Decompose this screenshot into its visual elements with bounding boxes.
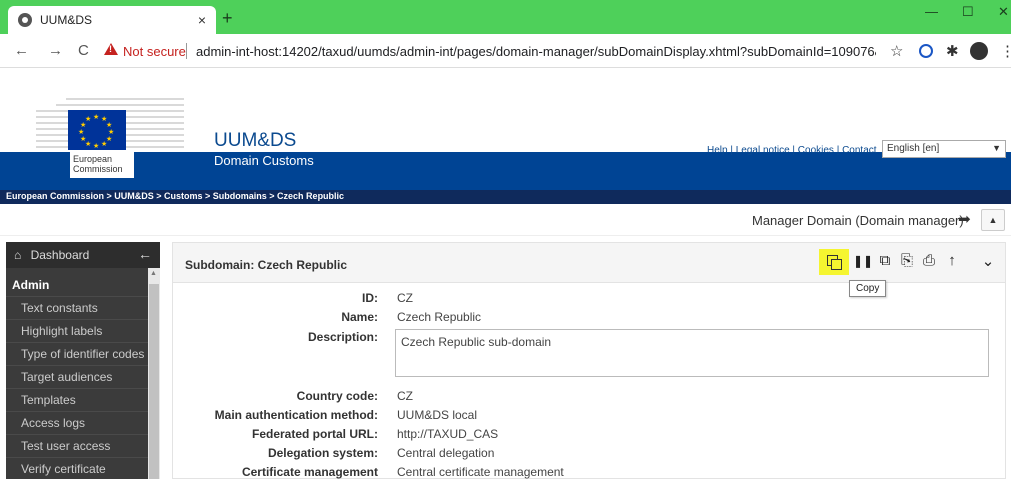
field-value-certificate: Central certificate management xyxy=(397,465,564,479)
arrow-up-icon[interactable]: ↑ xyxy=(942,252,962,269)
site-header: ★ ★ ★ ★ ★ ★ ★ ★ ★ ★ ★ ★ European Commiss… xyxy=(0,68,1011,190)
panel-header: Subdomain: Czech Republic ❚❚ ⧉ ⎘ ⎙ ↑ ⌄ xyxy=(173,243,1005,283)
sidebar-item-highlight-labels[interactable]: Highlight labels xyxy=(6,319,148,341)
reload-button[interactable]: C xyxy=(78,42,89,59)
browser-menu-icon[interactable]: ⋮ xyxy=(1000,42,1011,60)
address-bar: ← → C Not secure admin-int-host:14202/ta… xyxy=(0,34,1011,68)
field-value-delegation: Central delegation xyxy=(397,446,495,460)
sidebar-item-target-audiences[interactable]: Target audiences xyxy=(6,365,148,387)
export-icon[interactable]: ⎘ xyxy=(897,252,917,269)
sidebar: ⌂ Dashboard ← Admin Text constants Highl… xyxy=(6,242,160,479)
pause-icon[interactable]: ❚❚ xyxy=(853,254,873,268)
field-label-portal-url: Federated portal URL: xyxy=(251,427,378,441)
warning-icon xyxy=(104,43,118,55)
field-label-description: Description: xyxy=(307,330,378,344)
favicon-icon xyxy=(18,13,32,27)
field-label-country-code: Country code: xyxy=(296,389,378,403)
forward-button[interactable]: → xyxy=(48,42,63,59)
maximize-button[interactable]: ☐ xyxy=(962,4,974,20)
user-bar: Manager Domain (Domain manager) ➡ ▲ xyxy=(0,204,1011,236)
ec-name: European Commission xyxy=(70,152,134,178)
new-tab-button[interactable]: + xyxy=(222,8,233,29)
browser-titlebar: UUM&DS × + — ☐ ✕ xyxy=(0,0,1011,34)
sidebar-collapse-icon[interactable]: ← xyxy=(138,246,152,262)
collapse-header-button[interactable]: ▲ xyxy=(981,209,1005,231)
extensions-puzzle-icon[interactable]: ✱ xyxy=(946,42,959,60)
sidebar-item-templates[interactable]: Templates xyxy=(6,388,148,410)
field-label-id: ID: xyxy=(362,291,378,305)
profile-avatar[interactable] xyxy=(970,42,988,60)
sidebar-item-dashboard[interactable]: ⌂ Dashboard ← xyxy=(6,242,160,268)
breadcrumb-bar: European Commission > UUM&DS > Customs >… xyxy=(0,190,1011,204)
field-label-auth-method: Main authentication method: xyxy=(214,408,378,422)
not-secure-label[interactable]: Not secure xyxy=(123,44,186,59)
chevron-down-icon[interactable]: ⌄ xyxy=(978,252,998,270)
field-label-certificate: Certificate management xyxy=(241,465,378,479)
app-title: UUM&DS xyxy=(214,130,297,151)
logout-icon[interactable]: ➡ xyxy=(958,210,971,228)
field-value-auth-method: UUM&DS local xyxy=(397,408,478,422)
scrollbar-thumb[interactable] xyxy=(149,284,159,479)
sidebar-scrollbar[interactable]: ▲ xyxy=(148,268,160,479)
extension-icon[interactable] xyxy=(919,44,933,58)
language-select[interactable]: English [en] ▼ xyxy=(882,140,1006,158)
sidebar-item-access-logs[interactable]: Access logs xyxy=(6,411,148,433)
browser-tab[interactable]: UUM&DS × xyxy=(8,6,216,34)
tab-close-button[interactable]: × xyxy=(198,12,206,28)
copy-icon xyxy=(827,255,842,270)
breadcrumb[interactable]: European Commission > UUM&DS > Customs >… xyxy=(6,191,344,201)
sidebar-dashboard-label: Dashboard xyxy=(30,248,90,262)
header-band xyxy=(0,152,1011,190)
sidebar-item-text-constants[interactable]: Text constants xyxy=(6,296,148,318)
home-icon: ⌂ xyxy=(14,248,22,262)
field-value-id: CZ xyxy=(397,291,413,305)
top-links[interactable]: Help | Legal notice | Cookies | Contact xyxy=(707,145,877,156)
panel-title: Subdomain: Czech Republic xyxy=(185,258,348,272)
field-label-name: Name: xyxy=(341,310,378,324)
language-value: English [en] xyxy=(887,143,940,154)
address-separator xyxy=(186,43,187,59)
bookmark-star-icon[interactable]: ☆ xyxy=(890,42,903,60)
user-role-label: Manager Domain (Domain manager) xyxy=(752,213,964,228)
copy-button[interactable] xyxy=(819,249,849,275)
field-value-name: Czech Republic xyxy=(397,310,482,324)
app-subtitle: Domain Customs xyxy=(214,153,314,168)
field-value-country-code: CZ xyxy=(397,389,413,403)
field-value-portal-url: http://TAXUD_CAS xyxy=(397,427,499,441)
chevron-down-icon: ▼ xyxy=(992,143,1001,153)
copy-tooltip: Copy xyxy=(849,280,887,297)
sidebar-section-admin[interactable]: Admin xyxy=(6,274,148,296)
url-field[interactable]: admin-int-host:14202/taxud/uumds/admin-i… xyxy=(196,44,876,59)
subdomain-panel: Subdomain: Czech Republic ❚❚ ⧉ ⎘ ⎙ ↑ ⌄ C… xyxy=(172,242,1006,479)
scroll-up-icon[interactable]: ▲ xyxy=(150,270,157,277)
duplicate-icon[interactable]: ⧉ xyxy=(875,252,895,269)
sidebar-item-type-of-identifier-codes[interactable]: Type of identifier codes xyxy=(6,342,148,364)
back-button[interactable]: ← xyxy=(14,42,29,59)
sidebar-item-verify-certificate[interactable]: Verify certificate xyxy=(6,457,148,479)
sidebar-item-test-user-access[interactable]: Test user access xyxy=(6,434,148,456)
tab-title: UUM&DS xyxy=(40,13,93,27)
description-field[interactable]: Czech Republic sub-domain xyxy=(395,329,989,377)
minimize-button[interactable]: — xyxy=(925,4,938,19)
window-close-button[interactable]: ✕ xyxy=(998,4,1009,20)
print-icon[interactable]: ⎙ xyxy=(919,252,939,269)
eu-flag-icon: ★ ★ ★ ★ ★ ★ ★ ★ ★ ★ ★ ★ xyxy=(68,110,126,150)
field-label-delegation: Delegation system: xyxy=(267,446,378,460)
